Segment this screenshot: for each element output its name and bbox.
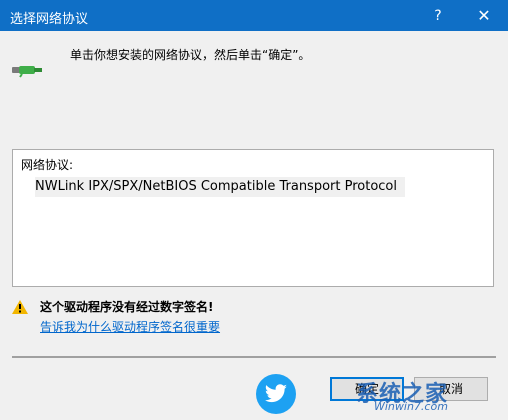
protocol-listbox[interactable]: 网络协议: NWLink IPX/SPX/NetBIOS Compatible …: [12, 149, 494, 287]
title-bar: 选择网络协议 ? ✕: [0, 0, 508, 31]
close-button[interactable]: ✕: [468, 0, 500, 31]
list-header: 网络协议:: [21, 158, 74, 172]
watermark-logo: 系统之家 Winwin7.com: [248, 368, 508, 420]
protocol-list-item[interactable]: NWLink IPX/SPX/NetBIOS Compatible Transp…: [35, 177, 405, 197]
divider: [12, 356, 496, 358]
network-protocol-icon: [10, 62, 44, 81]
watermark-url: Winwin7.com: [374, 400, 448, 413]
window-title: 选择网络协议: [10, 12, 89, 27]
warning-text: 这个驱动程序没有经过数字签名!: [40, 300, 214, 314]
bird-icon: [256, 374, 296, 414]
instruction-text: 单击你想安装的网络协议，然后单击“确定”。: [70, 48, 311, 62]
help-button[interactable]: ?: [422, 0, 454, 31]
signing-info-link[interactable]: 告诉我为什么驱动程序签名很重要: [40, 318, 220, 335]
warning-icon: [12, 300, 28, 317]
